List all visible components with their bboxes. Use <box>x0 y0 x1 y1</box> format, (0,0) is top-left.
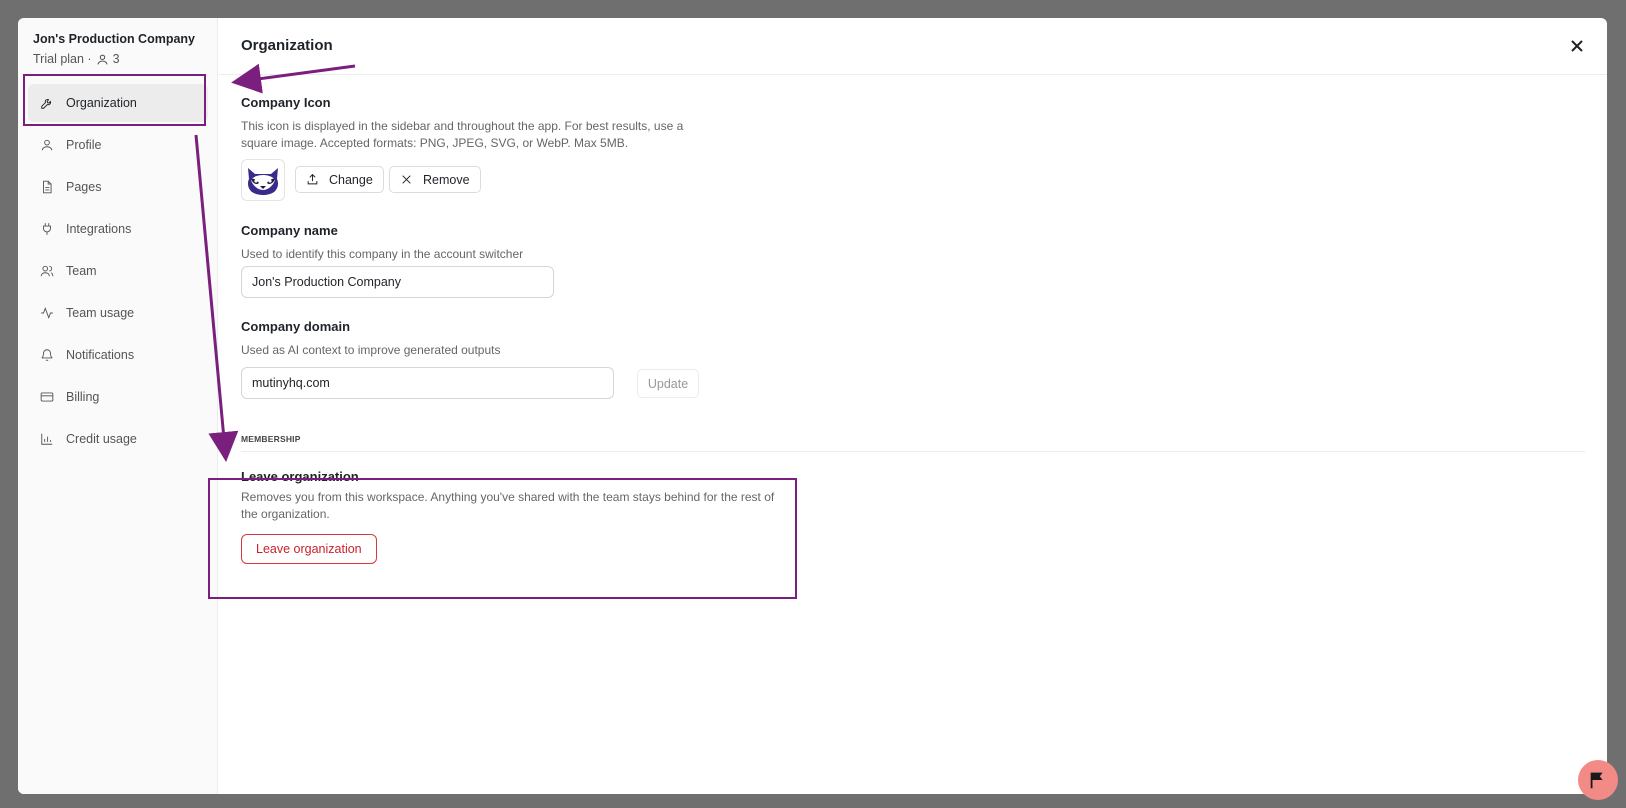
wrench-icon <box>41 99 51 109</box>
sidebar-item-label: Credit usage <box>66 432 137 446</box>
users-icon <box>40 265 54 277</box>
company-name-input[interactable] <box>241 266 554 298</box>
bar-chart-icon <box>41 433 53 445</box>
user-icon <box>41 139 53 151</box>
credit-card-icon <box>40 392 54 402</box>
sidebar-item-credit-usage[interactable]: Credit usage <box>28 420 208 458</box>
sidebar-item-label: Organization <box>66 96 137 110</box>
company-name-description: Used to identify this company in the acc… <box>241 247 524 261</box>
close-icon <box>402 175 411 184</box>
activity-icon <box>41 307 53 319</box>
help-chat-button[interactable] <box>1578 760 1618 800</box>
page-title: Organization <box>241 37 333 54</box>
sidebar-item-label: Team <box>66 264 97 278</box>
company-domain-title: Company domain <box>241 319 351 334</box>
user-icon <box>97 54 107 64</box>
company-icon-description-line2: square image. Accepted formats: PNG, JPE… <box>241 136 629 150</box>
plug-icon <box>43 223 51 235</box>
sidebar-item-team[interactable]: Team <box>28 252 208 290</box>
sidebar-item-label: Notifications <box>66 348 135 362</box>
company-domain-input[interactable] <box>241 367 614 399</box>
leave-organization-description-line2: the organization. <box>241 507 330 521</box>
change-icon-label: Change <box>329 172 373 187</box>
sidebar-item-integrations[interactable]: Integrations <box>28 210 208 248</box>
close-button[interactable] <box>1567 36 1587 56</box>
raccoon-logo-icon <box>248 168 278 195</box>
sidebar-item-label: Profile <box>66 138 102 152</box>
leave-organization-title: Leave organization <box>241 469 359 484</box>
settings-modal: Jon's Production Company Trial plan · 3 … <box>18 18 1607 794</box>
sidebar-item-label: Pages <box>66 180 102 194</box>
sidebar-item-team-usage[interactable]: Team usage <box>28 294 208 332</box>
company-name-title: Company name <box>241 223 338 238</box>
settings-sidebar: Jon's Production Company Trial plan · 3 … <box>18 18 218 794</box>
sidebar-item-billing[interactable]: Billing <box>28 378 208 416</box>
remove-icon-label: Remove <box>423 172 470 187</box>
company-domain-description: Used as AI context to improve generated … <box>241 343 501 357</box>
sidebar-item-notifications[interactable]: Notifications <box>28 336 208 374</box>
sidebar-item-label: Billing <box>66 390 100 404</box>
modal-header: Organization <box>219 18 1607 75</box>
change-icon-button[interactable]: Change <box>295 166 384 193</box>
org-meta: Trial plan · 3 <box>33 52 120 66</box>
bell-icon <box>41 349 53 361</box>
settings-main: Organization Company Icon This icon is d… <box>219 18 1607 794</box>
company-icon-title: Company Icon <box>241 95 331 110</box>
company-icon-preview <box>241 159 285 201</box>
plan-label: Trial plan · <box>33 52 92 66</box>
org-name: Jon's Production Company <box>33 32 196 46</box>
sidebar-item-label: Integrations <box>66 222 132 236</box>
update-domain-button[interactable]: Update <box>637 369 699 398</box>
leave-organization-button[interactable]: Leave organization <box>241 534 377 564</box>
leave-organization-description-line1: Removes you from this workspace. Anythin… <box>241 490 775 504</box>
remove-icon-button[interactable]: Remove <box>389 166 481 193</box>
flag-icon <box>1590 772 1603 789</box>
member-count: 3 <box>112 52 120 66</box>
upload-icon <box>307 173 318 185</box>
sidebar-item-organization[interactable]: Organization <box>28 84 208 122</box>
settings-nav: Organization Profile Pages Integrations … <box>28 84 208 462</box>
company-icon-description-line1: This icon is displayed in the sidebar an… <box>241 119 684 133</box>
close-icon <box>1571 40 1583 52</box>
membership-heading: MEMBERSHIP <box>241 434 301 444</box>
sidebar-item-label: Team usage <box>66 306 135 320</box>
sidebar-item-pages[interactable]: Pages <box>28 168 208 206</box>
sidebar-item-profile[interactable]: Profile <box>28 126 208 164</box>
file-icon <box>43 180 52 194</box>
divider <box>241 451 1585 452</box>
